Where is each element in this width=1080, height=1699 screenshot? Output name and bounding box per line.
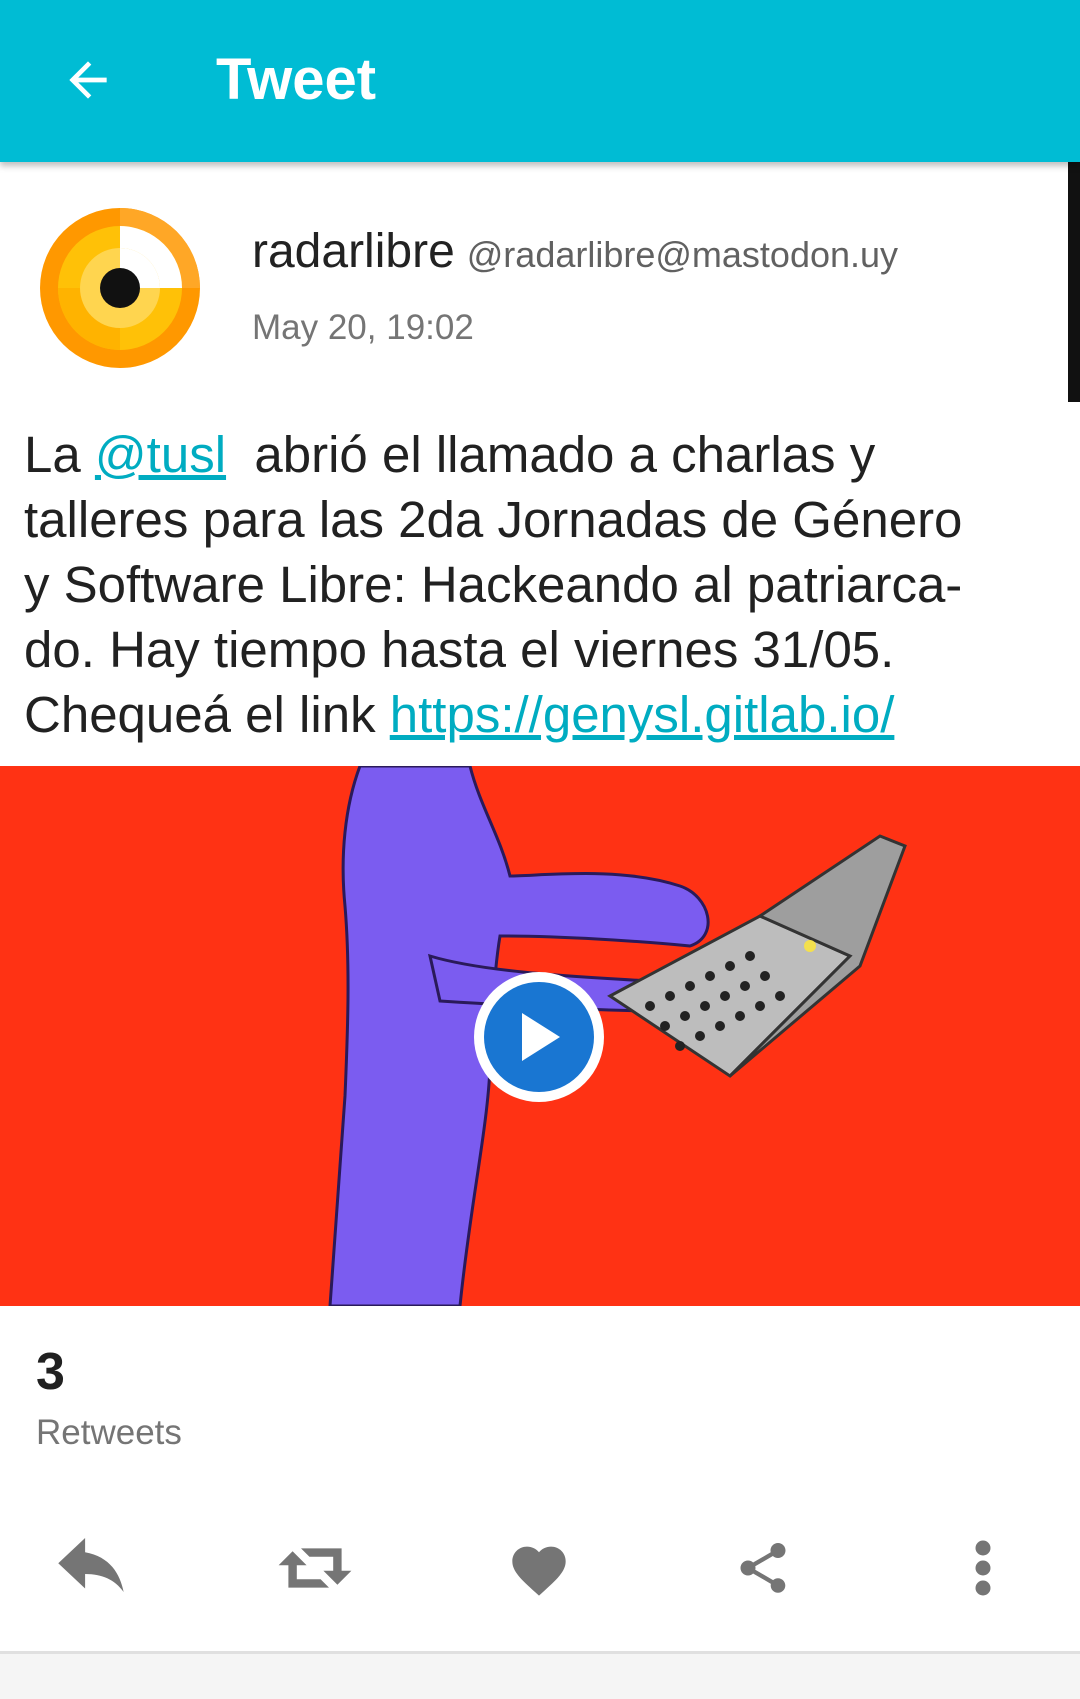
content-text: La: [24, 426, 95, 483]
content-line-3: y Software Libre: Hackeando al patriarca…: [24, 556, 963, 613]
mention-link[interactable]: @tusl: [95, 426, 226, 483]
reply-icon: [55, 1537, 131, 1603]
retweets-count[interactable]: 3: [36, 1340, 65, 1404]
heart-icon: [507, 1538, 571, 1603]
username: @radarlibre@mastodon.uy: [466, 234, 899, 275]
display-name-text: radarlibre: [252, 225, 455, 278]
share-icon: [733, 1536, 793, 1605]
content-text: Chequeá el link: [24, 686, 390, 743]
share-button[interactable]: [708, 1530, 818, 1610]
more-vertical-icon: [973, 1538, 993, 1603]
play-icon: [484, 982, 594, 1092]
content-line-1: La @tusl abrió el llamado a charlas y: [24, 422, 1054, 487]
page-title: Tweet: [216, 47, 377, 112]
next-list-item-edge: [0, 1654, 1080, 1699]
timestamp: May 20, 19:02: [252, 308, 474, 347]
reply-button[interactable]: [38, 1530, 148, 1610]
more-button[interactable]: [928, 1530, 1038, 1610]
arrow-left-icon: [60, 52, 116, 113]
status-content: La @tusl abrió el llamado a charlas y ta…: [24, 422, 1054, 747]
back-button[interactable]: [44, 38, 132, 126]
retweets-label: Retweets: [36, 1413, 182, 1452]
retweet-icon: [275, 1540, 355, 1601]
content-line-5: Chequeá el link https://genysl.gitlab.io…: [24, 682, 1054, 747]
display-name[interactable]: radarlibre @radarlibre@mastodon.uy: [252, 222, 898, 285]
avatar[interactable]: [30, 198, 210, 378]
retweet-button[interactable]: [260, 1530, 370, 1610]
content-text: abrió el llamado a charlas y: [226, 426, 876, 483]
play-button[interactable]: [474, 972, 604, 1102]
url-link[interactable]: https://genysl.gitlab.io/: [390, 686, 895, 743]
app-bar: Tweet: [0, 0, 1080, 162]
scroll-indicator[interactable]: [1068, 162, 1080, 402]
status-detail-screen: Tweet radarlibre @radarlibre@mastodon.uy …: [0, 0, 1080, 1699]
content-line-2: talleres para las 2da Jornadas de Género: [24, 491, 963, 548]
favourite-button[interactable]: [484, 1530, 594, 1610]
content-line-4: do. Hay tiempo hasta el viernes 31/05.: [24, 621, 895, 678]
